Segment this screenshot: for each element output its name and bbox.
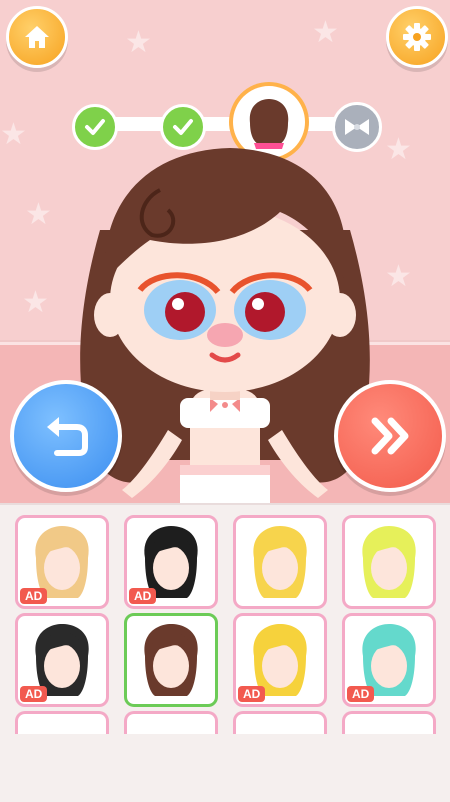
hair-option-blonde-wavy[interactable]: AD xyxy=(15,515,109,609)
undo-button[interactable] xyxy=(10,380,122,492)
double-chevron-right-icon xyxy=(371,417,409,455)
hair-option-teal-pigtails[interactable]: AD xyxy=(342,613,436,707)
hair-selection-panel[interactable]: AD AD AD AD AD xyxy=(0,503,450,802)
undo-icon xyxy=(47,417,88,456)
hair-preview-icon xyxy=(362,526,416,598)
hair-option-black-pink-long[interactable]: AD xyxy=(15,613,109,707)
ad-badge: AD xyxy=(129,588,157,604)
star-decoration: ★ xyxy=(312,16,339,49)
hair-option-brown-long[interactable] xyxy=(124,613,218,707)
ad-badge: AD xyxy=(347,686,375,702)
home-button[interactable] xyxy=(6,6,68,68)
hair-option-yellow-pigtails[interactable]: AD xyxy=(233,613,327,707)
hair-preview-icon xyxy=(144,624,198,696)
ad-badge: AD xyxy=(20,686,48,702)
hair-option-partial[interactable] xyxy=(124,711,218,734)
hair-option-lime-curly[interactable] xyxy=(342,515,436,609)
hair-option-partial[interactable] xyxy=(233,711,327,734)
progress-track xyxy=(86,117,366,131)
hair-option-golden-curly[interactable] xyxy=(233,515,327,609)
home-icon xyxy=(25,26,49,48)
hair-option-partial[interactable] xyxy=(15,711,109,734)
gear-icon xyxy=(403,23,431,51)
star-decoration: ★ xyxy=(0,118,27,151)
star-decoration: ★ xyxy=(125,26,152,59)
hair-option-partial[interactable] xyxy=(342,711,436,734)
hair-preview-icon xyxy=(253,526,307,598)
ad-badge: AD xyxy=(238,686,266,702)
ad-badge: AD xyxy=(20,588,48,604)
settings-button[interactable] xyxy=(386,6,448,68)
hair-option-black-short[interactable]: AD xyxy=(124,515,218,609)
next-button[interactable] xyxy=(334,380,446,492)
